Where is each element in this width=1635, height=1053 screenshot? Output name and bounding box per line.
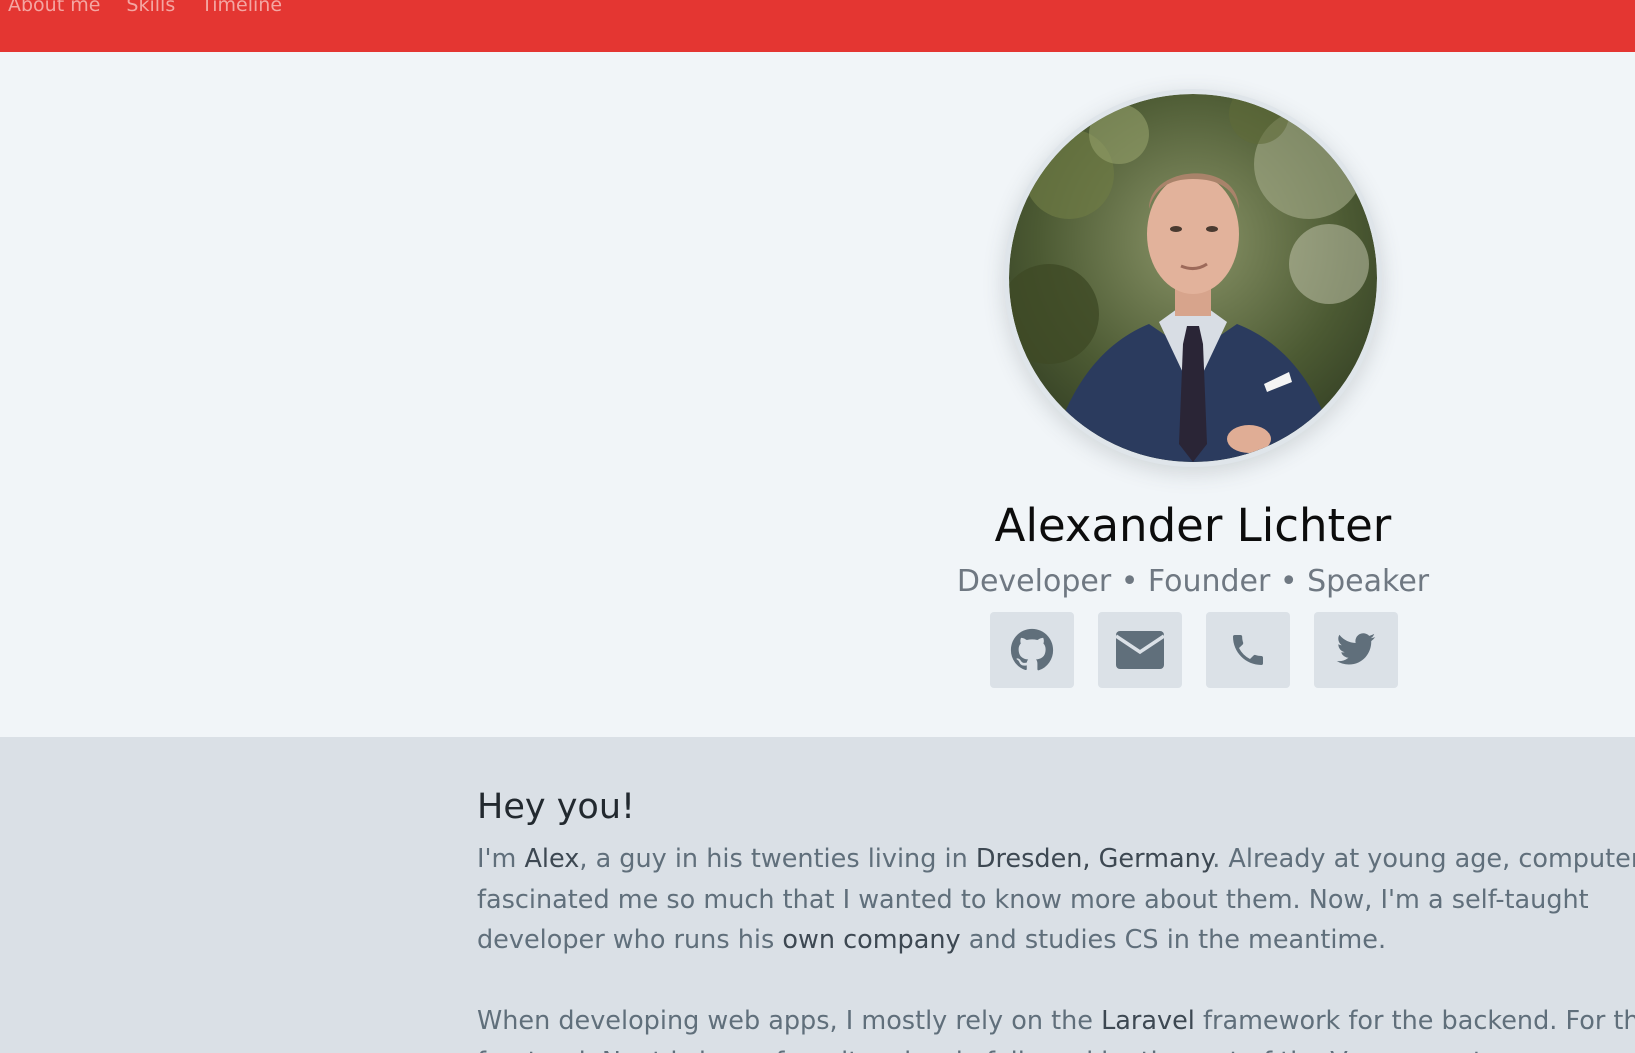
nav-link-about-me[interactable]: About me: [8, 0, 100, 18]
text-span: I'm: [477, 844, 525, 874]
nav-link-skills[interactable]: Skills: [126, 0, 175, 18]
text-span: , a guy in his twenties living in: [579, 844, 976, 874]
github-button[interactable]: [990, 612, 1074, 688]
text-span: and studies CS in the meantime.: [960, 925, 1387, 955]
avatar-frame: [1004, 89, 1382, 467]
phone-button[interactable]: [1206, 612, 1290, 688]
avatar: [1009, 94, 1377, 462]
highlight-location: Dresden, Germany: [975, 844, 1213, 874]
text-span: When developing web apps, I mostly rely …: [477, 1006, 1102, 1036]
email-button[interactable]: [1098, 612, 1182, 688]
about-section: Hey you! I'm Alex, a guy in his twenties…: [0, 737, 1635, 1053]
github-icon: [1010, 628, 1054, 671]
about-paragraph-2: When developing web apps, I mostly rely …: [477, 1001, 1635, 1053]
profile-tagline: Developer • Founder • Speaker: [956, 564, 1430, 599]
about-title: Hey you!: [477, 787, 636, 827]
hero-section: Alexander Lichter Developer • Founder • …: [0, 52, 1635, 737]
phone-icon: [1233, 635, 1263, 665]
twitter-button[interactable]: [1314, 612, 1398, 688]
twitter-icon: [1336, 633, 1376, 665]
highlight-name: Alex: [524, 844, 580, 874]
nav-link-timeline[interactable]: Timeline: [201, 0, 282, 18]
envelope-icon: [1115, 631, 1165, 669]
about-paragraph-1: I'm Alex, a guy in his twenties living i…: [477, 839, 1635, 961]
profile-name: Alexander Lichter: [994, 499, 1392, 552]
highlight-company: own company: [782, 925, 961, 955]
top-navbar: About me Skills Timeline: [0, 0, 1635, 52]
nav-links: About me Skills Timeline: [8, 0, 282, 18]
highlight-framework: Laravel: [1101, 1006, 1195, 1036]
social-links: [990, 612, 1398, 688]
